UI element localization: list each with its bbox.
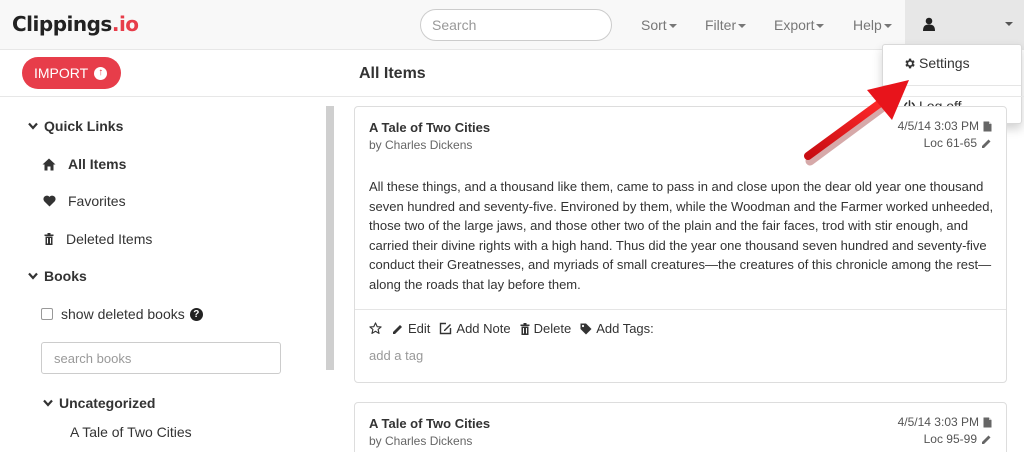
- sidebar-item-all-items[interactable]: All Items: [42, 156, 126, 172]
- pencil-icon: [393, 324, 402, 334]
- delete-button[interactable]: Delete: [520, 321, 571, 336]
- sidebar-item-favorites[interactable]: Favorites: [42, 193, 126, 209]
- add-tags-label: Add Tags:: [580, 321, 654, 336]
- clipping-author: by Charles Dickens: [369, 434, 473, 448]
- clipping-location: Loc 95-99: [924, 432, 992, 446]
- clipping-date: 4/5/14 3:03 PM: [898, 415, 992, 429]
- show-deleted-checkbox[interactable]: [41, 308, 53, 320]
- edit-button[interactable]: Edit: [392, 321, 430, 336]
- book-search-input[interactable]: [41, 342, 281, 374]
- add-tag-input[interactable]: add a tag: [369, 348, 423, 363]
- heart-icon: [42, 194, 56, 208]
- chevron-down-icon: [28, 272, 38, 280]
- trash-icon: [42, 232, 56, 246]
- clipping-title[interactable]: A Tale of Two Cities: [369, 416, 490, 431]
- filter-menu[interactable]: Filter: [705, 17, 747, 33]
- star-icon: [369, 322, 382, 334]
- header-divider: [0, 96, 1024, 97]
- navbar: Clippings.io Sort Filter Export Help: [0, 0, 1024, 50]
- show-deleted-label: show deleted books: [61, 306, 185, 322]
- caret-down-icon: [1005, 22, 1013, 26]
- settings-label: Settings: [919, 55, 970, 71]
- brand-logo[interactable]: Clippings.io: [12, 12, 139, 36]
- clipping-date: 4/5/14 3:03 PM: [898, 119, 992, 133]
- upload-arrow-icon: ↑: [94, 66, 108, 80]
- clipping-text: All these things, and a thousand like th…: [369, 179, 994, 292]
- clipping-title[interactable]: A Tale of Two Cities: [369, 120, 490, 135]
- search-input[interactable]: [420, 9, 612, 41]
- clipping-author: by Charles Dickens: [369, 138, 473, 152]
- import-label: IMPORT: [34, 65, 89, 81]
- pencil-icon[interactable]: [981, 138, 992, 149]
- document-icon: [983, 121, 992, 131]
- clipping-location: Loc 61-65: [924, 136, 992, 150]
- help-question-icon[interactable]: ?: [189, 307, 203, 321]
- card-divider: [355, 309, 1006, 310]
- export-menu[interactable]: Export: [774, 17, 825, 33]
- add-note-button[interactable]: Add Note: [439, 321, 511, 336]
- caret-down-icon: [816, 24, 825, 29]
- favorite-star-button[interactable]: [369, 322, 382, 335]
- caret-down-icon: [668, 24, 677, 29]
- caret-down-icon: [738, 24, 747, 29]
- pencil-icon[interactable]: [981, 434, 992, 445]
- import-button[interactable]: IMPORT ↑: [22, 57, 121, 89]
- document-icon: [983, 417, 992, 427]
- clipping-card: A Tale of Two Cities by Charles Dickens …: [354, 402, 1007, 452]
- tag-icon: [580, 323, 592, 334]
- page-title: All Items: [359, 65, 426, 82]
- chevron-down-icon: [43, 399, 53, 407]
- sidebar-scrollbar[interactable]: [326, 106, 334, 370]
- quick-links-heading[interactable]: Quick Links: [28, 118, 123, 134]
- show-deleted-books-toggle[interactable]: show deleted books ?: [41, 306, 203, 322]
- sidebar-item-deleted-items[interactable]: Deleted Items: [42, 231, 152, 247]
- home-icon: [42, 157, 56, 171]
- caret-down-icon: [883, 24, 892, 29]
- book-item[interactable]: A Tale of Two Cities: [70, 424, 192, 440]
- user-menu-button[interactable]: [905, 0, 1024, 49]
- chevron-down-icon: [28, 122, 38, 130]
- dropdown-divider: [883, 85, 1021, 86]
- clipping-actions: Edit Add Note Delete Add Tags:: [369, 321, 663, 336]
- gear-icon: [905, 58, 915, 68]
- uncategorized-heading[interactable]: Uncategorized: [43, 395, 155, 411]
- settings-menu-item[interactable]: Settings: [903, 55, 970, 71]
- user-icon: [923, 17, 935, 31]
- books-heading[interactable]: Books: [28, 268, 87, 284]
- clipping-card: A Tale of Two Cities by Charles Dickens …: [354, 106, 1007, 383]
- help-menu[interactable]: Help: [853, 17, 892, 33]
- edit-note-icon: [440, 322, 452, 335]
- trash-icon: [520, 322, 530, 335]
- sort-menu[interactable]: Sort: [641, 17, 677, 33]
